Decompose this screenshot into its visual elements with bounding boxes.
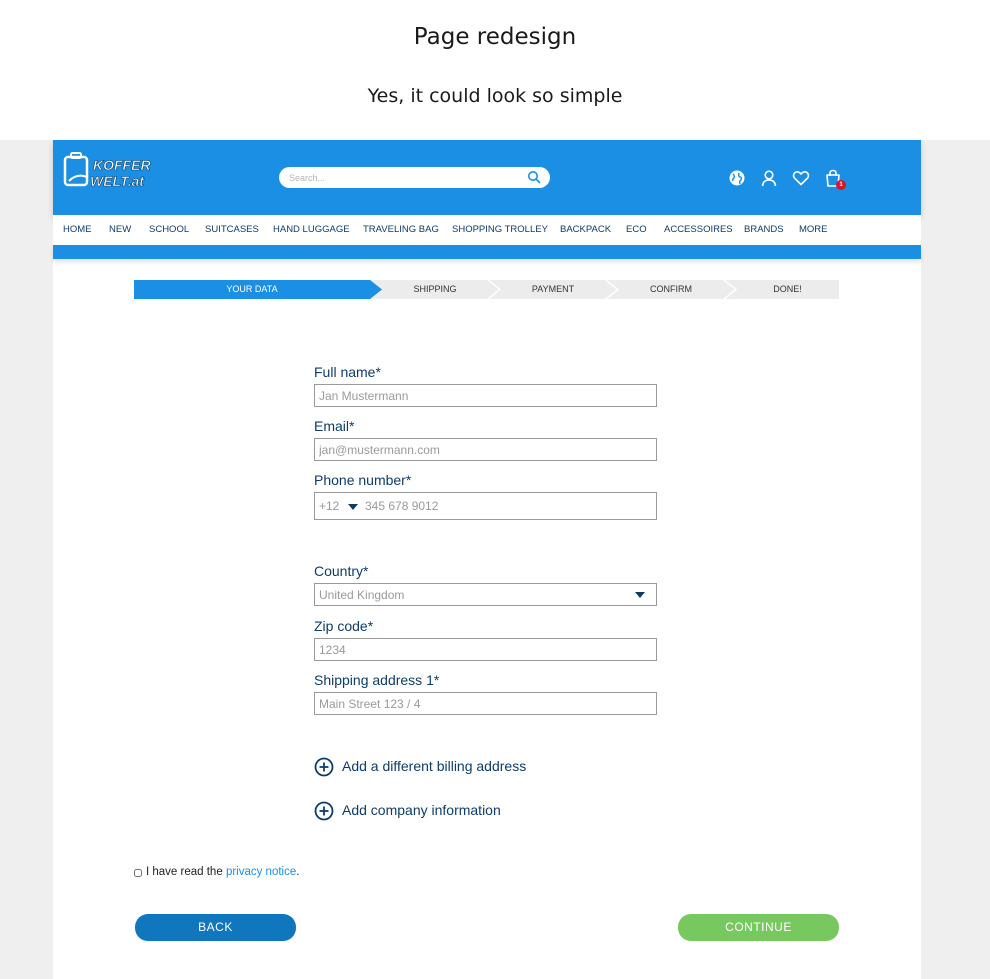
back-button[interactable]: BACK (135, 914, 296, 941)
banner-title: Page redesign (413, 24, 577, 50)
country-label: Country* (314, 563, 369, 579)
chevron-down-icon[interactable] (348, 504, 358, 510)
main-nav: HOME NEW SCHOOL SUITCASES HAND LUGGAGE T… (53, 215, 921, 245)
logo-text-bottom: WELT.at (90, 173, 145, 189)
step-done: DONE! (773, 284, 802, 294)
site-header: KOFFER WELT.at 1 (53, 140, 921, 215)
nav-item-new[interactable]: NEW (109, 215, 131, 245)
country-code[interactable]: +12 (319, 499, 339, 513)
nav-item-accessoires[interactable]: ACCESSOIRES (664, 215, 733, 245)
search-bar (279, 167, 550, 188)
privacy-consent-end: . (296, 866, 300, 878)
nav-item-shopping-trolley[interactable]: SHOPPING TROLLEY (452, 215, 548, 245)
phone-input[interactable] (365, 497, 645, 515)
nav-item-home[interactable]: HOME (63, 215, 92, 245)
nav-item-more[interactable]: MORE (799, 215, 828, 245)
country-select[interactable]: United Kingdom (314, 583, 657, 606)
nav-item-suitcases[interactable]: SUITCASES (205, 215, 259, 245)
full-name-label: Full name* (314, 364, 381, 380)
nav-item-hand-luggage[interactable]: HAND LUGGAGE (273, 215, 350, 245)
zip-input[interactable] (314, 638, 657, 661)
heart-icon[interactable] (792, 169, 810, 187)
phone-field: +12 (314, 492, 657, 520)
zip-label: Zip code* (314, 618, 374, 634)
address1-input[interactable] (314, 692, 657, 715)
phone-label: Phone number* (314, 472, 412, 488)
globe-icon[interactable] (728, 169, 746, 187)
email-input[interactable] (314, 438, 657, 461)
nav-item-brands[interactable]: BRANDS (744, 215, 784, 245)
page-shell: KOFFER WELT.at 1 HOME NEW (53, 140, 921, 979)
redesign-banner: Page redesign Yes, it could look so simp… (0, 0, 990, 140)
search-input[interactable] (289, 170, 519, 185)
nav-item-backpack[interactable]: BACKPACK (560, 215, 611, 245)
search-icon[interactable] (527, 170, 541, 184)
email-label: Email* (314, 418, 355, 434)
nav-item-eco[interactable]: ECO (626, 215, 647, 245)
logo-text-top: KOFFER (93, 157, 151, 173)
continue-button[interactable]: CONTINUE (678, 914, 839, 941)
nav-item-traveling-bag[interactable]: TRAVELING BAG (363, 215, 439, 245)
step-your-data: YOUR DATA (226, 284, 278, 294)
header-accent-strip (53, 245, 921, 259)
banner-subtitle: Yes, it could look so simple (367, 85, 623, 107)
step-shipping: SHIPPING (413, 284, 457, 294)
user-icon[interactable] (760, 169, 778, 187)
address1-label: Shipping address 1* (314, 672, 440, 688)
privacy-consent-prefix: I have read the (146, 866, 223, 878)
privacy-consent-text: I have read the privacy notice. (146, 866, 299, 878)
country-value: United Kingdom (319, 588, 405, 602)
plus-circle-icon (314, 757, 334, 777)
kofferwelt-logo[interactable]: KOFFER WELT.at (63, 151, 151, 193)
cart-count-badge: 1 (836, 180, 846, 190)
nav-item-school[interactable]: SCHOOL (149, 215, 189, 245)
add-company-info-label: Add company information (342, 802, 501, 818)
add-billing-address-label: Add a different billing address (342, 758, 527, 774)
step-confirm: CONFIRM (650, 284, 692, 294)
chevron-down-icon (635, 592, 645, 598)
plus-circle-icon (314, 801, 334, 821)
privacy-checkbox[interactable] (134, 869, 142, 877)
step-payment: PAYMENT (531, 284, 575, 294)
checkout-progress: YOUR DATA SHIPPING PAYMENT CONFIRM DONE! (134, 280, 839, 299)
privacy-notice-link[interactable]: privacy notice (226, 866, 296, 878)
full-name-input[interactable] (314, 384, 657, 407)
